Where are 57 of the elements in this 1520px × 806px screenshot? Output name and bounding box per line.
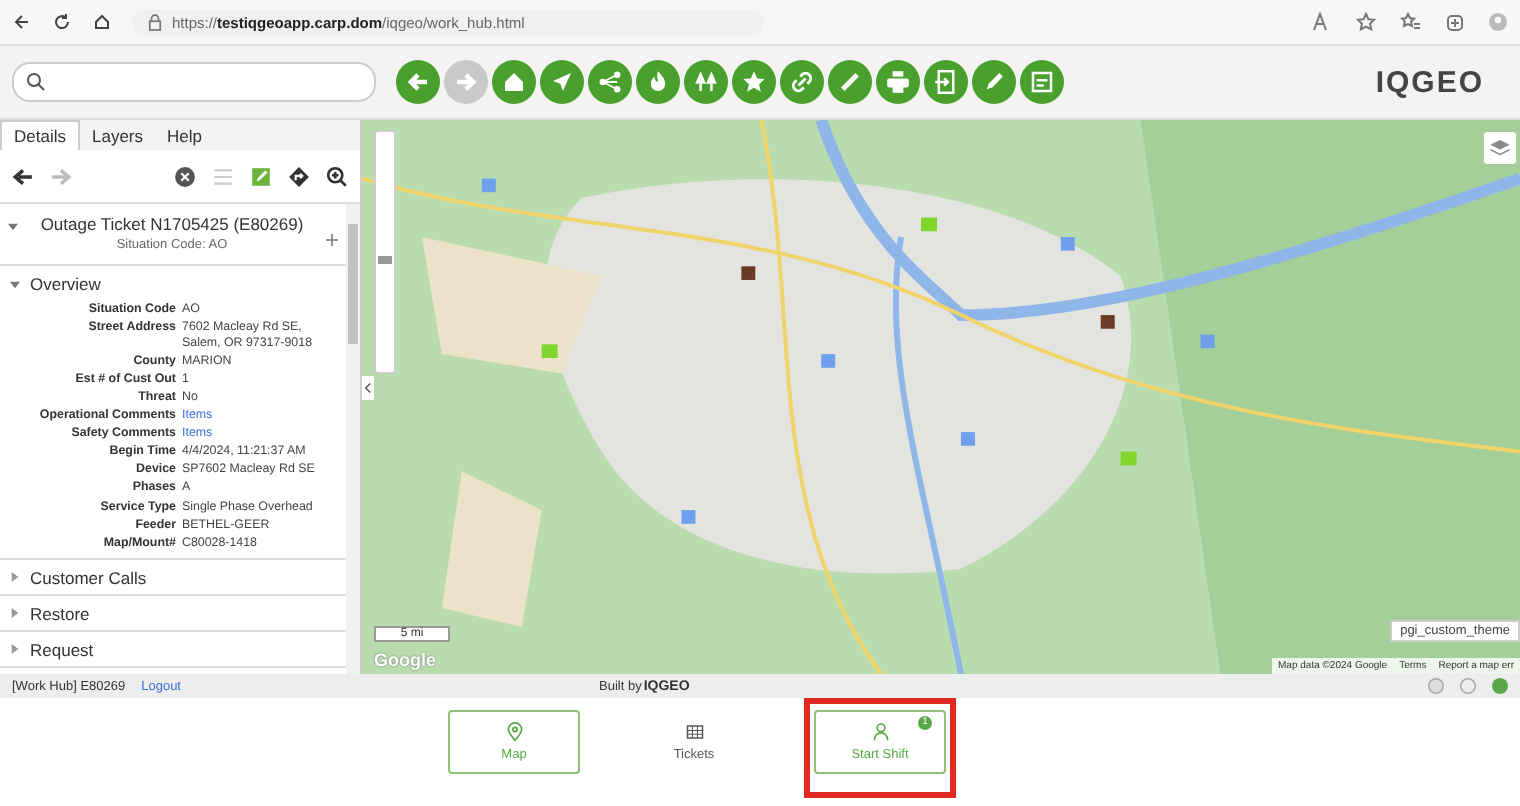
back-arrow-icon[interactable] xyxy=(12,165,34,187)
reload-icon[interactable] xyxy=(52,12,72,32)
trees-button[interactable] xyxy=(684,60,728,104)
back-button[interactable] xyxy=(396,60,440,104)
home-button[interactable] xyxy=(492,60,536,104)
collapse-icon[interactable] xyxy=(362,374,374,402)
plus-icon[interactable] xyxy=(326,234,338,246)
export-button[interactable] xyxy=(924,60,968,104)
fire-button[interactable] xyxy=(636,60,680,104)
section-header[interactable]: Restore xyxy=(0,596,346,633)
panel-tab[interactable]: Details xyxy=(0,120,80,150)
link-button[interactable] xyxy=(780,60,824,104)
notification-icon[interactable] xyxy=(1460,678,1476,694)
slider-thumb[interactable] xyxy=(378,255,392,264)
search-field[interactable] xyxy=(12,62,376,102)
panel-tab[interactable]: Layers xyxy=(79,122,155,150)
forward-arrow-icon[interactable] xyxy=(50,165,72,187)
section-header[interactable]: Overview xyxy=(0,266,346,302)
caret-icon xyxy=(10,644,20,655)
panel-tab[interactable]: Help xyxy=(155,122,214,150)
caret-icon[interactable] xyxy=(8,222,18,232)
zoom-in-icon[interactable] xyxy=(326,165,348,187)
lock-icon xyxy=(148,13,162,31)
scrollbar[interactable] xyxy=(346,204,360,674)
collections-icon[interactable] xyxy=(1444,12,1464,32)
person-icon xyxy=(871,722,889,742)
favorite-icon[interactable] xyxy=(1356,12,1376,32)
back-icon[interactable] xyxy=(12,12,32,32)
ticket-title: Outage Ticket N1705425 (E80269) xyxy=(38,214,306,234)
profile-icon[interactable] xyxy=(1488,12,1508,32)
read-aloud-icon[interactable] xyxy=(1312,12,1332,32)
navigate-button[interactable] xyxy=(540,60,584,104)
section-header[interactable]: Request xyxy=(0,632,346,669)
grid-icon xyxy=(685,722,703,742)
brand-logo: IQGEO xyxy=(1375,65,1484,99)
directions-icon[interactable] xyxy=(288,165,310,187)
note-button[interactable] xyxy=(1020,60,1064,104)
caret-icon xyxy=(10,608,20,619)
close-icon[interactable] xyxy=(174,165,196,187)
status-icon xyxy=(1492,678,1508,694)
home-icon[interactable] xyxy=(92,12,112,32)
ruler-button[interactable] xyxy=(828,60,872,104)
location-pin-icon xyxy=(505,722,523,742)
favorites-list-icon[interactable] xyxy=(1400,12,1420,32)
search-icon xyxy=(26,72,46,92)
zoom-slider[interactable] xyxy=(374,130,396,374)
caret-icon xyxy=(10,572,20,583)
section-header[interactable]: Customer Calls xyxy=(0,560,346,597)
star-button[interactable] xyxy=(732,60,776,104)
edit-icon[interactable] xyxy=(250,165,272,187)
layers-icon[interactable] xyxy=(1484,132,1516,164)
print-button[interactable] xyxy=(876,60,920,104)
pencil-button[interactable] xyxy=(972,60,1016,104)
info-icon[interactable] xyxy=(1428,678,1444,694)
google-logo: Google xyxy=(374,650,436,670)
share-button[interactable] xyxy=(588,60,632,104)
caret-icon xyxy=(10,279,20,289)
